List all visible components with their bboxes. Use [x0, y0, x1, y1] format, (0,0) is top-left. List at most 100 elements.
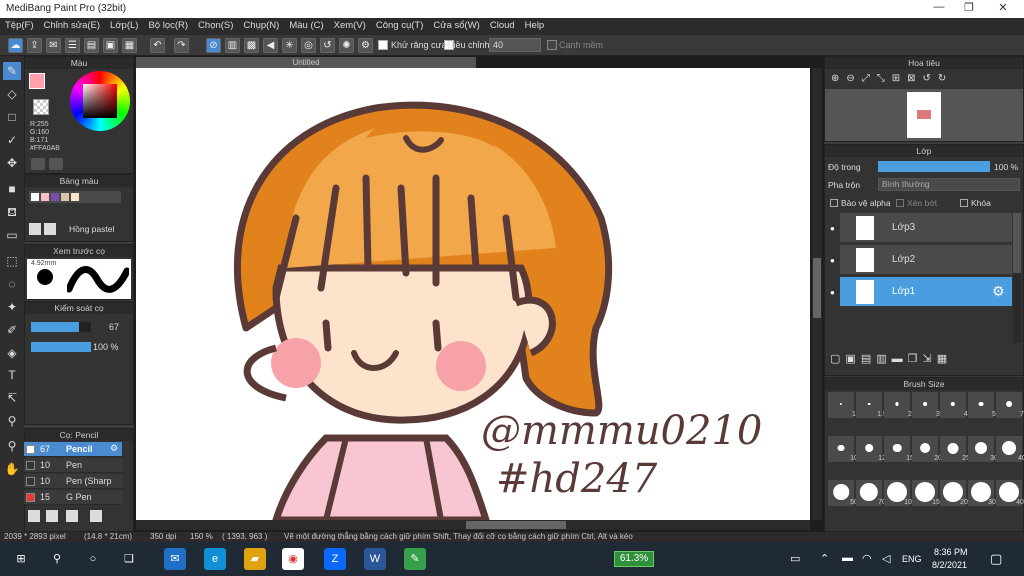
eyedropper-icon[interactable]: ⚲ — [3, 412, 21, 430]
clock-time[interactable]: 8:36 PM — [934, 547, 968, 557]
clip-checkbox[interactable] — [896, 199, 904, 207]
battery-meter[interactable]: 61.3% — [614, 551, 654, 567]
task-view-icon[interactable]: ❏ — [118, 548, 140, 570]
snap-circle-icon[interactable]: ◎ — [301, 38, 316, 53]
navigator-thumbnail[interactable] — [907, 92, 941, 138]
brush-size-cell[interactable]: 4 — [940, 392, 968, 418]
brush-size-cell[interactable]: 150 — [912, 480, 944, 506]
snap-curve-icon[interactable]: ↺ — [320, 38, 335, 53]
menu-help[interactable]: Help — [520, 18, 550, 33]
brush-size-cell[interactable]: 200 — [940, 480, 972, 506]
brush-size-cell[interactable]: 1.5 — [856, 392, 887, 418]
protect-alpha-checkbox[interactable] — [830, 199, 838, 207]
duplicate-layer-icon[interactable]: ❐ — [908, 353, 923, 365]
close-button[interactable]: ✕ — [988, 1, 1018, 17]
clock-date[interactable]: 8/2/2021 — [932, 560, 967, 570]
layer-row-1[interactable]: Lớp1 ⚙ — [840, 277, 1012, 307]
new-layer-icon[interactable]: ▢ — [830, 353, 845, 365]
margin-checkbox[interactable] — [547, 40, 557, 50]
layer-opacity-slider[interactable] — [878, 161, 990, 172]
brush-size-cell[interactable]: 30 — [968, 436, 998, 462]
comment-icon[interactable]: ✉ — [46, 38, 61, 53]
gradient-tool-icon[interactable]: ▭ — [3, 226, 21, 244]
brush-size-cell[interactable]: 15 — [884, 436, 914, 462]
action-center-icon[interactable]: ▢ — [990, 551, 1002, 567]
snap-vanish-icon[interactable]: ◀ — [263, 38, 278, 53]
brush-size-cell[interactable]: 100 — [884, 480, 916, 506]
select-eraser-icon[interactable]: ◈ — [3, 344, 21, 362]
antialias-checkbox[interactable] — [378, 40, 388, 50]
medibang-icon[interactable]: ✎ — [404, 548, 426, 570]
snap-radial-icon[interactable]: ✳ — [282, 38, 297, 53]
snap-parallel-icon[interactable]: ▥ — [225, 38, 240, 53]
brush-size-cell[interactable]: 400 — [996, 480, 1024, 506]
frame-tool-icon[interactable]: ⚲ — [3, 437, 21, 455]
maximize-button[interactable]: ❐ — [954, 1, 984, 17]
save-icon[interactable]: ▣ — [103, 38, 118, 53]
page-icon[interactable]: ▤ — [84, 38, 99, 53]
operation-tool-icon[interactable]: ↸ — [3, 389, 21, 407]
file-explorer-icon[interactable]: ▰ — [244, 548, 266, 570]
hand-tool-icon[interactable]: ✋ — [3, 460, 21, 478]
bucket-tool-icon[interactable]: ⛾ — [3, 203, 21, 221]
menu-tools[interactable]: Công cụ(T) — [371, 18, 429, 33]
brush-size-cell[interactable]: 50 — [828, 480, 858, 506]
redo-icon[interactable]: ↷ — [174, 38, 189, 53]
grid-picker-icon[interactable] — [49, 158, 63, 170]
transparent-color-swatch[interactable] — [33, 99, 49, 115]
palette-swatch[interactable] — [41, 193, 49, 201]
check-tool-icon[interactable]: ✓ — [3, 131, 21, 149]
palette-swatch[interactable] — [71, 193, 79, 201]
menu-snap[interactable]: Chụp(N) — [238, 18, 284, 33]
delete-brush-icon[interactable] — [90, 510, 102, 522]
delete-palette-icon[interactable] — [44, 223, 56, 235]
chrome-icon[interactable]: ◉ — [282, 548, 304, 570]
brush-size-cell[interactable]: 1 — [828, 392, 856, 418]
add-layer-menu-icon[interactable]: ▥ — [876, 353, 891, 365]
menu-select[interactable]: Chọn(S) — [193, 18, 238, 33]
menu-view[interactable]: Xem(V) — [329, 18, 371, 33]
merge-layer-icon[interactable]: ⇲ — [923, 353, 937, 365]
zalo-icon[interactable]: Z — [324, 548, 346, 570]
undo-icon[interactable]: ↶ — [150, 38, 165, 53]
brush-size-cell[interactable]: 300 — [968, 480, 1000, 506]
brush-row[interactable]: 10 Pen — [24, 458, 122, 473]
grid-icon[interactable]: ▦ — [122, 38, 137, 53]
snap-settings-icon[interactable]: ✺ — [339, 38, 354, 53]
brush-row[interactable]: 67 Pencil ⚙ — [24, 442, 122, 457]
brush-size-cell[interactable]: 25 — [940, 436, 970, 462]
folder-icon[interactable]: ▬ — [892, 353, 908, 365]
brush-size-cell[interactable]: 70 — [856, 480, 886, 506]
layer-scrollbar[interactable] — [1013, 213, 1021, 343]
minimize-button[interactable]: — — [924, 1, 954, 17]
visibility-icon[interactable]: ● — [830, 224, 835, 233]
layer-row-2[interactable]: Lớp2 — [840, 245, 1012, 275]
new-8bit-layer-icon[interactable]: ▤ — [861, 353, 876, 365]
brush-size-slider[interactable] — [31, 322, 91, 332]
document-tab[interactable]: Untitled — [136, 57, 476, 68]
brush-size-cell[interactable]: 20 — [912, 436, 942, 462]
brush-opacity-slider[interactable] — [31, 342, 91, 352]
palette-swatch[interactable] — [31, 193, 39, 201]
brush-row[interactable]: 10 Pen (Sharp — [24, 474, 122, 489]
blend-mode-select[interactable]: Bình thường — [878, 178, 1020, 191]
chevron-up-icon[interactable]: ⌃ — [820, 552, 829, 565]
gear-icon[interactable]: ⚙ — [110, 443, 118, 454]
upload-icon[interactable]: ⇪ — [27, 38, 42, 53]
menu-window[interactable]: Cửa sổ(W) — [428, 18, 484, 33]
delete-layer-icon[interactable]: ▦ — [937, 353, 952, 365]
lasso-tool-icon[interactable]: ◌ — [3, 275, 21, 293]
mail-icon[interactable]: ✉ — [164, 548, 186, 570]
primary-color-swatch[interactable] — [29, 73, 45, 89]
visibility-icon[interactable]: ● — [830, 256, 835, 265]
brush-tool-icon[interactable]: ✎ — [3, 62, 21, 80]
brush-size-cell[interactable]: 7 — [996, 392, 1024, 418]
drawing-canvas[interactable]: @mmmu0210 #hd247 — [136, 68, 810, 520]
move-tool-icon[interactable]: ✥ — [3, 154, 21, 172]
search-icon[interactable]: ⚲ — [46, 548, 68, 570]
color-square[interactable] — [83, 84, 117, 118]
cloud-icon[interactable]: ☁ — [8, 38, 23, 53]
shape-tool-icon[interactable]: ■ — [3, 180, 21, 198]
palette-swatch[interactable] — [61, 193, 69, 201]
dot-tool-icon[interactable]: □ — [3, 108, 21, 126]
